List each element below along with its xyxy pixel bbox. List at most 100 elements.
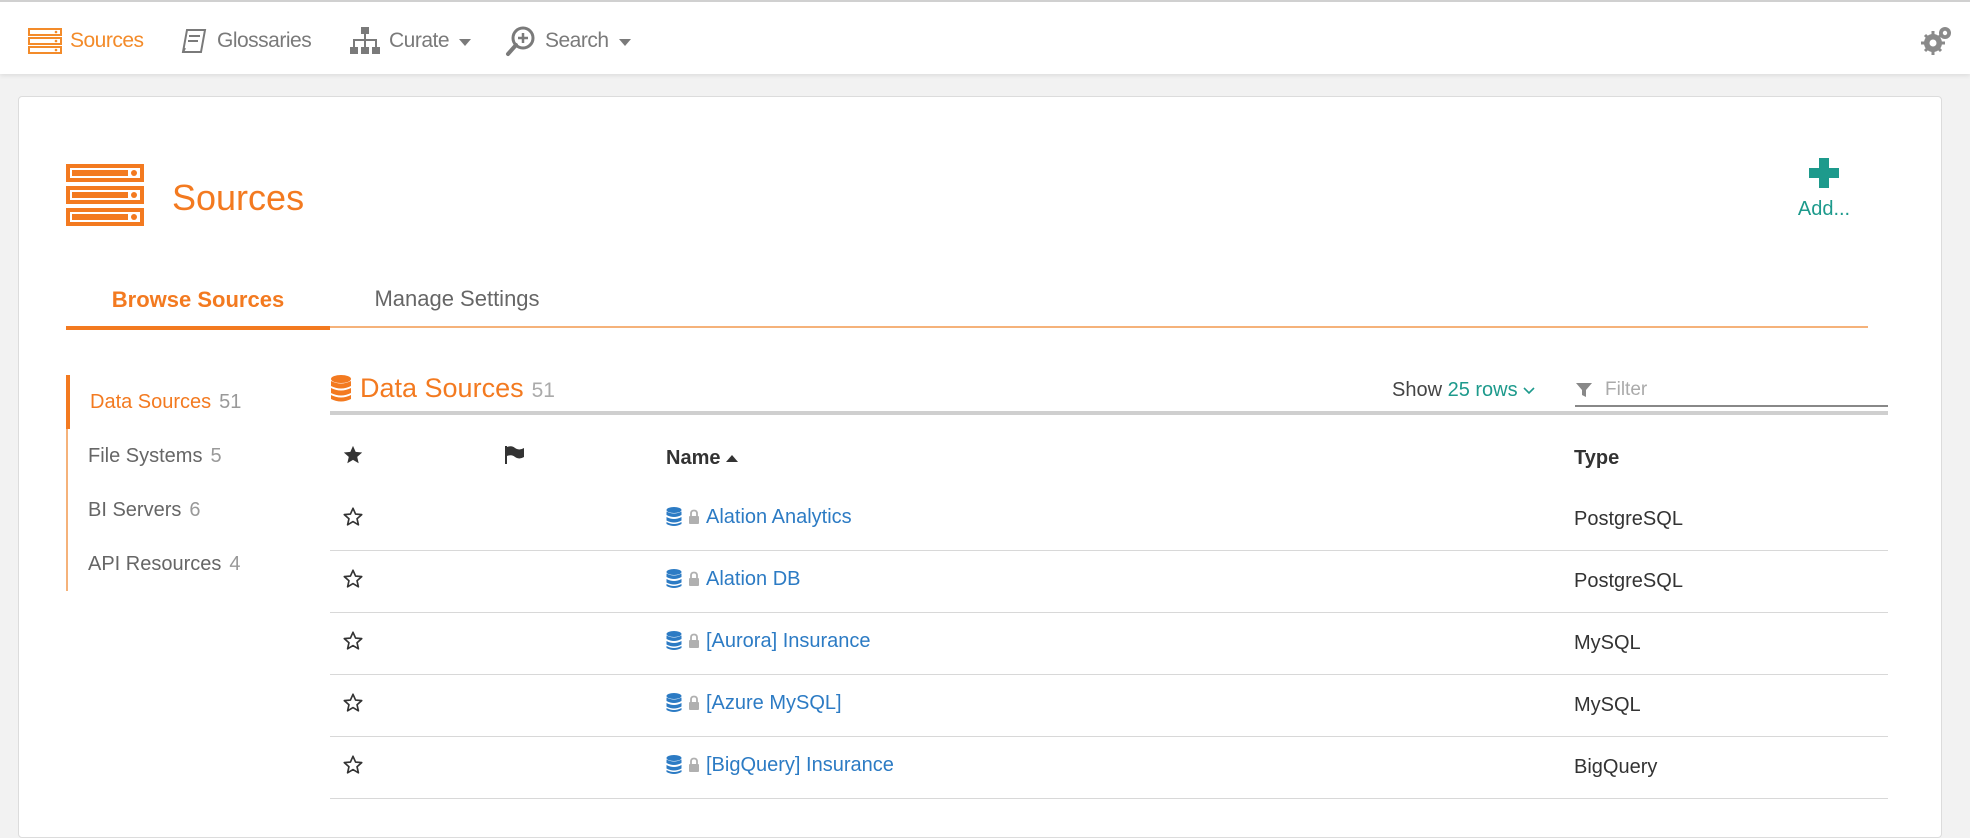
hierarchy-icon bbox=[350, 27, 380, 54]
flag-cell bbox=[503, 489, 665, 551]
panel-title-label: Data Sources bbox=[360, 373, 524, 403]
star-outline-icon[interactable] bbox=[342, 506, 364, 528]
panel-title-count: 51 bbox=[531, 378, 555, 402]
chevron-down-icon bbox=[618, 38, 631, 46]
star-outline-icon[interactable] bbox=[342, 568, 364, 590]
sidebar-item-label: BI Servers bbox=[88, 498, 182, 521]
type-header-label: Type bbox=[1574, 446, 1620, 469]
star-cell bbox=[330, 489, 503, 551]
nav-search[interactable]: Search bbox=[505, 22, 631, 60]
filter-input[interactable] bbox=[1603, 378, 1887, 402]
lock-icon bbox=[689, 571, 699, 587]
nav-curate-label: Curate bbox=[389, 29, 450, 52]
type-cell: MySQL bbox=[1573, 612, 1888, 675]
flag-cell bbox=[503, 736, 665, 799]
source-link[interactable]: [Azure MySQL] bbox=[666, 692, 842, 715]
star-outline-icon[interactable] bbox=[342, 754, 364, 776]
flag-icon bbox=[505, 446, 524, 464]
flag-cell bbox=[503, 550, 665, 613]
flag-column-header[interactable] bbox=[503, 427, 665, 489]
table-row: Alation Analytics PostgreSQL bbox=[330, 489, 1888, 551]
lock-icon bbox=[689, 633, 699, 649]
data-sources-table: Name Type Alation Analytics PostgreSQL A… bbox=[330, 427, 1888, 799]
star-column-header[interactable] bbox=[330, 427, 503, 489]
gears-icon[interactable] bbox=[1920, 24, 1954, 58]
lock-icon bbox=[689, 757, 699, 773]
name-cell: [Azure MySQL] bbox=[665, 674, 1573, 737]
sidebar-item-label: API Resources bbox=[88, 552, 222, 575]
sort-ascending-icon bbox=[726, 454, 739, 462]
chevron-down-icon bbox=[459, 38, 472, 46]
nav-sources-label: Sources bbox=[70, 29, 144, 52]
flag-cell bbox=[503, 612, 665, 675]
type-cell: BigQuery bbox=[1573, 736, 1888, 799]
nav-glossaries[interactable]: Glossaries bbox=[181, 22, 312, 60]
chevron-down-icon bbox=[1523, 387, 1535, 395]
tab-browse-sources[interactable]: Browse Sources bbox=[66, 272, 330, 330]
name-cell: [Aurora] Insurance bbox=[665, 612, 1573, 675]
type-cell: MySQL bbox=[1573, 674, 1888, 737]
server-icon bbox=[28, 28, 62, 54]
source-link[interactable]: Alation Analytics bbox=[666, 506, 852, 529]
sidebar-item-count: 4 bbox=[229, 552, 241, 575]
source-name: [Azure MySQL] bbox=[706, 691, 842, 714]
star-filled-icon bbox=[343, 445, 363, 464]
panel-header: Data Sources 51 Show 25 rows bbox=[330, 367, 1888, 415]
filter-box bbox=[1575, 375, 1888, 407]
star-outline-icon[interactable] bbox=[342, 692, 364, 714]
add-label: Add... bbox=[1797, 198, 1851, 220]
type-column-header[interactable]: Type bbox=[1573, 427, 1888, 489]
nav-sources[interactable]: Sources bbox=[28, 22, 144, 60]
sidebar-item-api-resources[interactable]: API Resources 4 bbox=[68, 537, 266, 591]
type-cell: PostgreSQL bbox=[1573, 489, 1888, 551]
sidebar-item-label: Data Sources bbox=[90, 390, 212, 413]
sidebar-item-bi-servers[interactable]: BI Servers 6 bbox=[68, 483, 266, 537]
source-name: Alation DB bbox=[706, 567, 801, 590]
table-row: Alation DB PostgreSQL bbox=[330, 550, 1888, 613]
star-cell bbox=[330, 550, 503, 613]
nav-glossaries-label: Glossaries bbox=[217, 29, 312, 52]
name-header-label: Name bbox=[666, 446, 721, 469]
database-icon bbox=[666, 569, 682, 589]
table-header-row: Name Type bbox=[330, 427, 1888, 489]
flag-cell bbox=[503, 674, 665, 737]
database-icon bbox=[666, 755, 682, 775]
source-type-sidebar: Data Sources 51 File Systems 5 BI Server… bbox=[66, 375, 268, 591]
table-row: [Azure MySQL] MySQL bbox=[330, 674, 1888, 737]
database-icon bbox=[666, 631, 682, 651]
lock-icon bbox=[689, 509, 699, 525]
sidebar-item-count: 5 bbox=[210, 444, 222, 467]
database-icon bbox=[666, 693, 682, 713]
name-cell: [BigQuery] Insurance bbox=[665, 736, 1573, 799]
source-name: Alation Analytics bbox=[706, 505, 852, 528]
table-row: [BigQuery] Insurance BigQuery bbox=[330, 736, 1888, 799]
panel-title: Data Sources 51 bbox=[330, 373, 555, 404]
source-link[interactable]: [BigQuery] Insurance bbox=[666, 754, 894, 777]
source-link[interactable]: [Aurora] Insurance bbox=[666, 630, 871, 653]
rows-value: 25 rows bbox=[1447, 379, 1518, 401]
star-outline-icon[interactable] bbox=[342, 630, 364, 652]
source-name: [BigQuery] Insurance bbox=[706, 753, 894, 776]
table-row: [Aurora] Insurance MySQL bbox=[330, 612, 1888, 675]
sidebar-item-file-systems[interactable]: File Systems 5 bbox=[68, 429, 266, 483]
sidebar-item-data-sources[interactable]: Data Sources 51 bbox=[66, 375, 264, 429]
filter-icon bbox=[1576, 383, 1592, 397]
type-cell: PostgreSQL bbox=[1573, 550, 1888, 613]
star-cell bbox=[330, 612, 503, 675]
name-cell: Alation DB bbox=[665, 550, 1573, 613]
star-cell bbox=[330, 736, 503, 799]
source-name: [Aurora] Insurance bbox=[706, 629, 871, 652]
rows-per-page-select[interactable]: Show 25 rows bbox=[1392, 379, 1535, 402]
database-icon bbox=[331, 374, 351, 401]
tab-manage-settings[interactable]: Manage Settings bbox=[330, 272, 584, 326]
show-label: Show bbox=[1392, 379, 1443, 401]
name-column-header[interactable]: Name bbox=[665, 427, 1573, 489]
top-navbar: Sources Glossaries Curate Search bbox=[0, 0, 1970, 74]
add-button[interactable]: Add... bbox=[1779, 157, 1869, 221]
lock-icon bbox=[689, 695, 699, 711]
book-icon bbox=[181, 29, 207, 53]
sidebar-item-label: File Systems bbox=[88, 444, 203, 467]
source-link[interactable]: Alation DB bbox=[666, 568, 801, 591]
name-cell: Alation Analytics bbox=[665, 489, 1573, 551]
nav-curate[interactable]: Curate bbox=[349, 22, 472, 60]
